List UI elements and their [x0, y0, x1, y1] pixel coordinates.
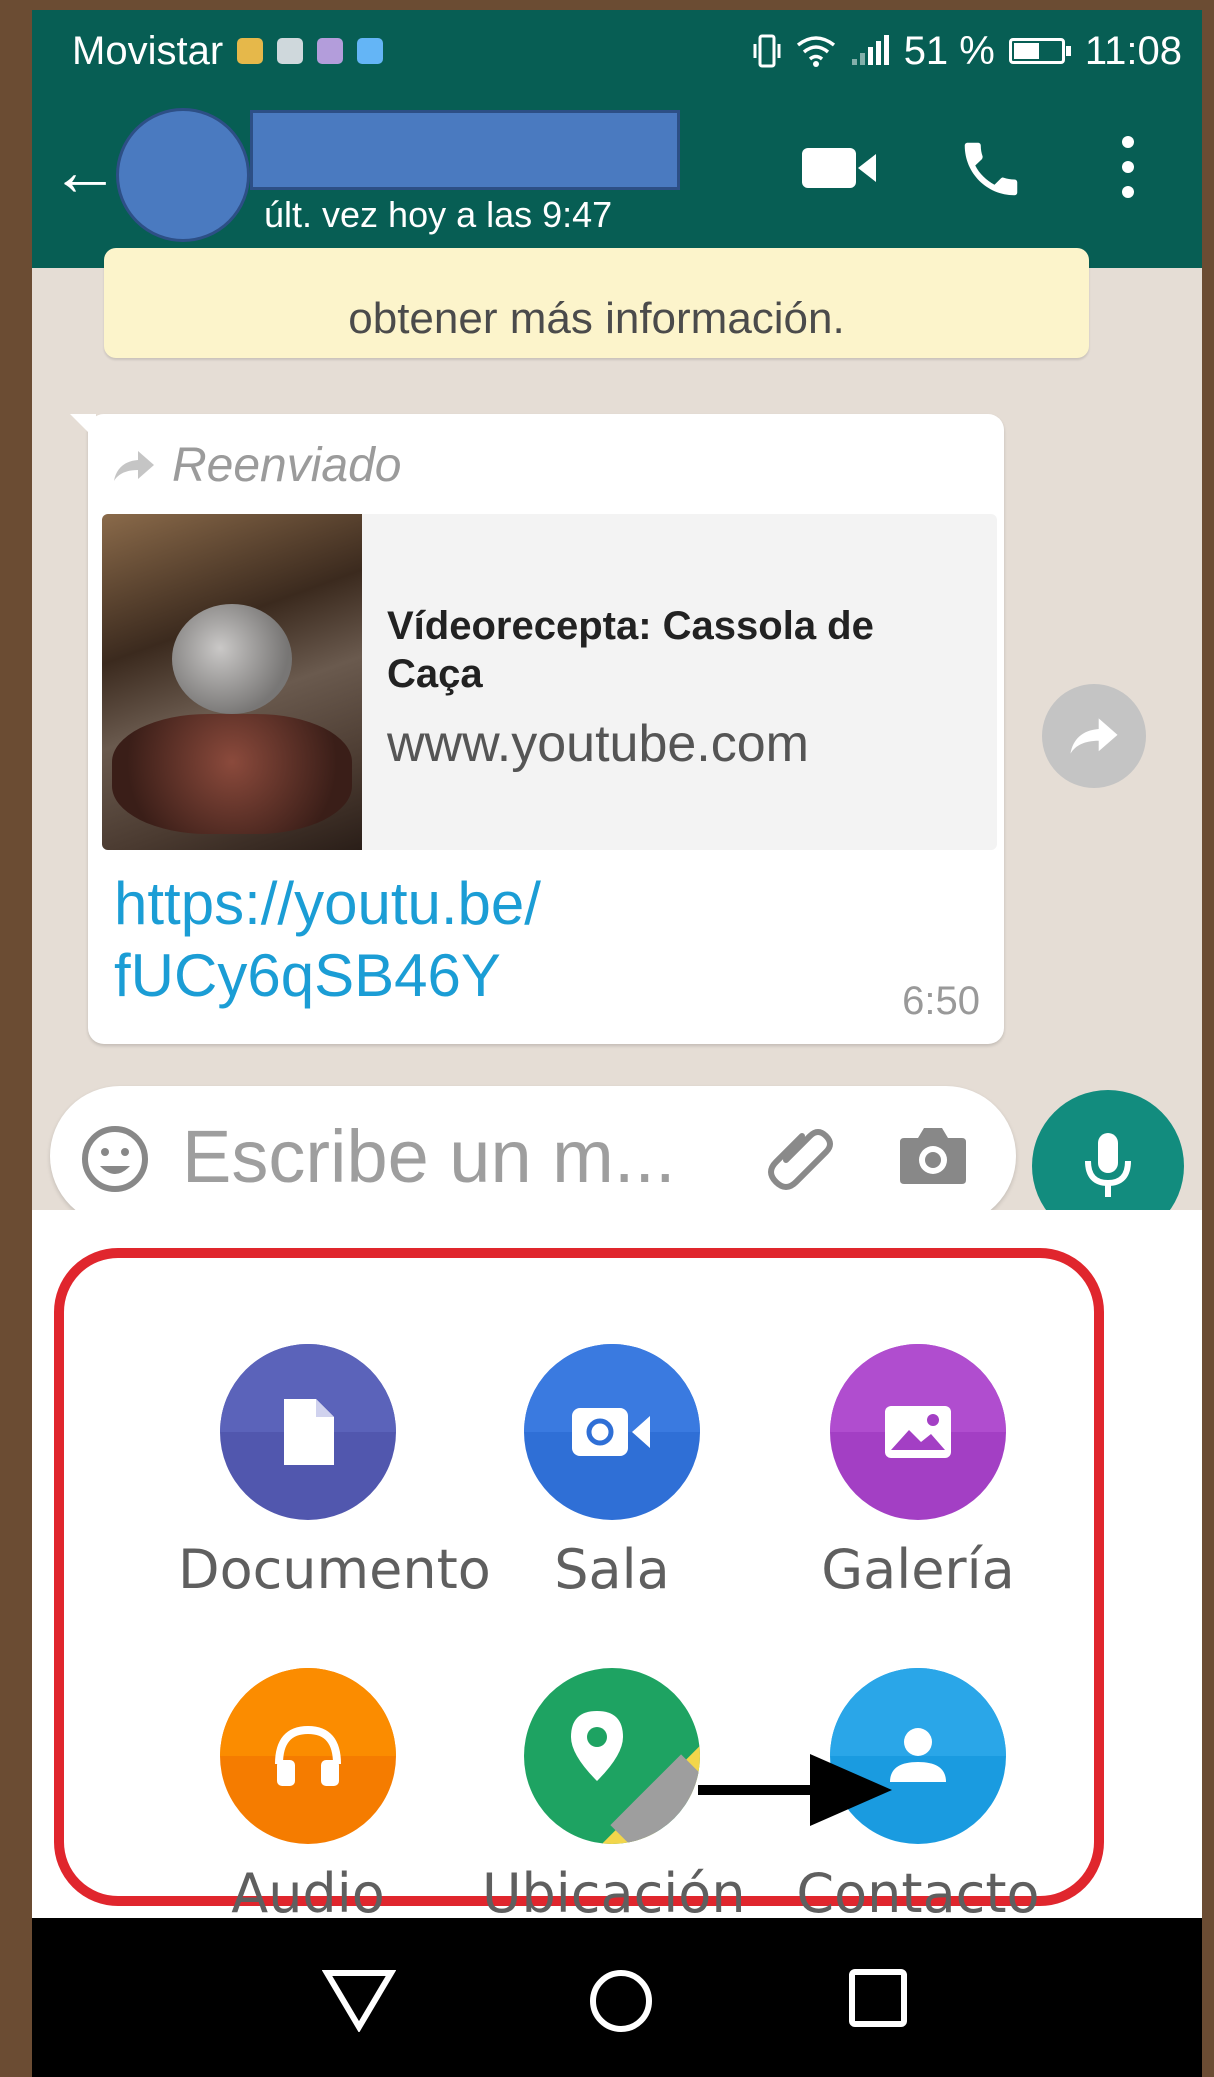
chat-area[interactable]: obtener más información. Reenviado Vídeo…: [32, 248, 1202, 1242]
location-icon: [571, 1711, 623, 1781]
gallery-icon: [885, 1406, 951, 1458]
last-seen-status: últ. vez hoy a las 9:47: [264, 194, 613, 235]
attach-document-button[interactable]: Documento: [178, 1344, 491, 1601]
back-nav-icon[interactable]: [322, 1968, 396, 2032]
share-arrow-icon: [1070, 718, 1118, 754]
attachment-menu: Documento Sala Galería Audio Ubicación C…: [32, 1210, 1202, 1925]
android-nav-bar: [32, 1918, 1202, 2077]
phone-call-icon[interactable]: [956, 134, 1026, 204]
frame-edge: [1202, 0, 1214, 2077]
battery-percent: 51 %: [903, 28, 995, 73]
system-message: obtener más información.: [104, 248, 1089, 358]
video-call-icon[interactable]: [800, 144, 880, 192]
message-input[interactable]: Escribe un m...: [182, 1114, 676, 1199]
message-input-bar[interactable]: Escribe un m...: [50, 1086, 1016, 1226]
message-link[interactable]: https://youtu.be/ fUCy6qSB46Y: [114, 868, 541, 1012]
room-icon: [572, 1408, 650, 1456]
wifi-icon: [796, 36, 835, 67]
recents-nav-icon[interactable]: [848, 1968, 908, 2028]
preview-title: Vídeorecepta: Cassola de Caça: [387, 604, 874, 696]
attach-gallery-button[interactable]: Galería: [788, 1344, 1048, 1601]
link-preview[interactable]: Vídeorecepta: Cassola de Caça www.youtub…: [102, 514, 997, 850]
vibrate-icon: [753, 34, 781, 68]
status-bar: Movistar 51 % 11:08: [32, 10, 1202, 92]
clock: 11:08: [1084, 28, 1182, 73]
preview-thumbnail: [102, 514, 362, 850]
home-nav-icon[interactable]: [588, 1968, 654, 2034]
attach-icon[interactable]: [766, 1120, 836, 1194]
carrier-name: Movistar: [72, 28, 224, 73]
emoji-icon[interactable]: [80, 1124, 150, 1194]
message-bubble[interactable]: Reenviado Vídeorecepta: Cassola de Caça …: [70, 414, 1004, 1044]
attach-audio-button[interactable]: Audio: [178, 1668, 438, 1925]
notification-icon: [357, 38, 384, 64]
microphone-icon: [1085, 1133, 1131, 1197]
forward-icon: [114, 450, 154, 481]
document-icon: [284, 1399, 334, 1465]
forwarded-label: Reenviado: [112, 438, 402, 493]
annotation-arrow-icon: [698, 1754, 892, 1826]
notification-icon: [237, 38, 264, 64]
phone-screen: Movistar 51 % 11:08 ← últ. vez hoy a las…: [32, 10, 1202, 2077]
contact-avatar[interactable]: [116, 108, 250, 242]
back-arrow-icon[interactable]: ←: [50, 136, 120, 206]
forward-message-button[interactable]: [1042, 684, 1146, 788]
signal-icon: [851, 35, 889, 65]
notification-icon: [317, 38, 344, 64]
headphones-icon: [275, 1725, 341, 1786]
battery-icon: [1008, 38, 1071, 64]
message-time: 6:50: [902, 979, 980, 1023]
more-options-icon[interactable]: [1118, 132, 1138, 202]
notification-icon: [277, 38, 304, 64]
preview-domain: www.youtube.com: [387, 715, 809, 773]
contact-name-redacted[interactable]: [250, 110, 680, 190]
attach-room-button[interactable]: Sala: [482, 1344, 742, 1601]
chat-header: ← últ. vez hoy a las 9:47: [32, 92, 1202, 268]
camera-icon[interactable]: [898, 1124, 968, 1186]
